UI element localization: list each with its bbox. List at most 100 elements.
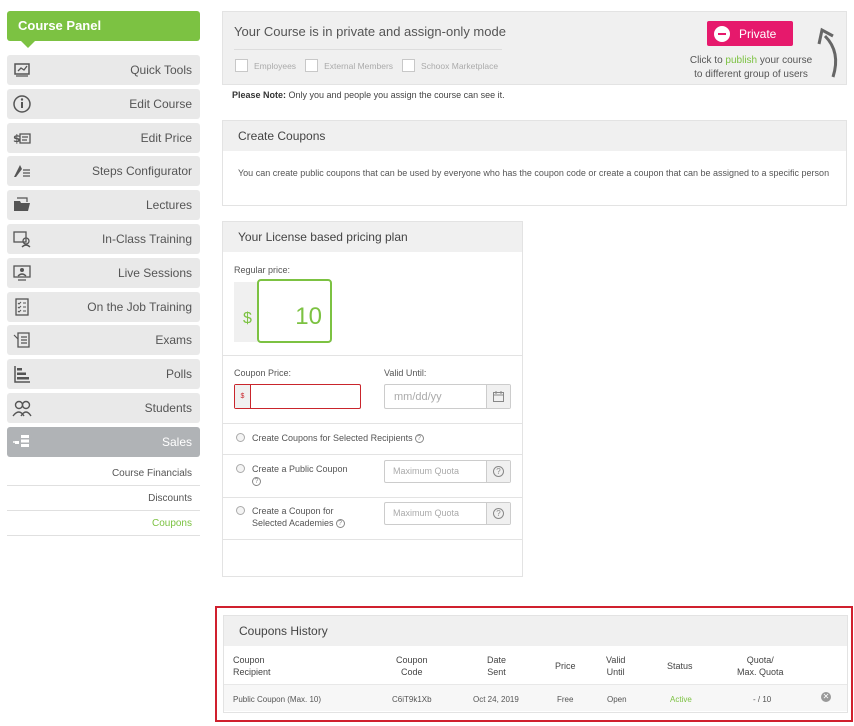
sidebar-item-exams[interactable]: Exams [7, 325, 200, 356]
sidebar-item-edit-course[interactable]: Edit Course [7, 88, 200, 119]
info-icon [7, 89, 37, 119]
public-coupon-quota-input[interactable]: Maximum Quota ? [384, 460, 511, 483]
coupons-history-title: Coupons History [224, 616, 847, 646]
sales-icon [7, 427, 37, 457]
submenu-item-course-financials[interactable]: Course Financials [7, 461, 200, 486]
publish-note: Click to publish your course to differen… [689, 55, 813, 80]
help-icon: ? [335, 519, 345, 529]
sidebar-item-sales[interactable]: Sales [7, 426, 200, 457]
coupons-history-highlight: Coupons History Coupon Recipient Coupon Co… [215, 606, 853, 722]
row-valid-until: Open [607, 695, 627, 704]
visibility-options: Employees External Members Schoox Market… [235, 59, 507, 72]
divider [223, 454, 522, 455]
divider [234, 49, 502, 50]
publish-link[interactable]: publish [725, 55, 757, 66]
row-quota: - / 10 [753, 695, 772, 704]
license-pricing-panel: Your License based pricing plan Regular … [222, 221, 523, 577]
public-coupon-radio[interactable] [236, 464, 245, 473]
live-icon [7, 258, 37, 288]
valid-until-label: Valid Until: [384, 368, 427, 378]
submenu-item-discounts[interactable]: Discounts [7, 486, 200, 511]
help-icon: ? [414, 434, 424, 444]
please-note: Please Note: Only you and people you ass… [232, 90, 505, 100]
sidebar-item-polls[interactable]: Polls [7, 359, 200, 390]
selected-recipients-option: Create Coupons for Selected Recipients? [252, 432, 424, 444]
divider [223, 423, 522, 424]
row-date: Oct 24, 2019 [473, 695, 519, 704]
divider [223, 497, 522, 498]
row-price: Free [557, 695, 574, 704]
coupons-history-panel: Coupons History Coupon Recipient Coupon Co… [223, 615, 848, 713]
row-status: Active [670, 695, 692, 704]
currency-prefix: $ [235, 385, 251, 408]
folder-icon [7, 190, 37, 220]
create-coupons-title: Create Coupons [223, 121, 846, 151]
selected-academies-radio[interactable] [236, 506, 245, 515]
column-header-recipient: Coupon Recipient [233, 655, 271, 677]
regular-price-label: Regular price: [234, 265, 291, 275]
column-header-status: Status [667, 661, 693, 671]
sidebar-item-live-sessions[interactable]: Live Sessions [7, 257, 200, 288]
license-pricing-title: Your License based pricing plan [223, 222, 522, 252]
column-header-price: Price [555, 661, 576, 671]
divider [223, 539, 522, 540]
remove-icon[interactable]: ✕ [821, 692, 831, 702]
sidebar-item-on-the-job-training[interactable]: On the Job Training [7, 291, 200, 322]
column-header-date: Date Sent [487, 655, 507, 677]
sidebar-item-in-class-training[interactable]: In-Class Training [7, 223, 200, 254]
external-members-checkbox[interactable] [305, 59, 319, 72]
employees-label: Employees [254, 60, 297, 71]
submenu-item-coupons[interactable]: Coupons [7, 511, 200, 536]
minus-circle-icon [714, 25, 730, 42]
column-header-valid: Valid Until [606, 655, 626, 677]
sidebar-item-students[interactable]: Students [7, 392, 200, 423]
row-recipient: Public Coupon (Max. 10) [233, 695, 322, 704]
sidebar-item-edit-price[interactable]: $ Edit Price [7, 122, 200, 153]
column-header-quota: Quota/Max. Quota [737, 655, 784, 677]
selected-academies-option: Create a Coupon for Selected Academies? [252, 505, 345, 529]
sidebar-item-quick-tools[interactable]: Quick Tools [7, 55, 200, 85]
external-members-label: External Members [324, 60, 394, 71]
privacy-title: Your Course is in private and assign-onl… [234, 24, 506, 39]
regular-price-display: $ 10 [234, 279, 332, 343]
academies-quota-input[interactable]: Maximum Quota ? [384, 502, 511, 525]
column-header-code: Coupon Code [396, 655, 428, 677]
calendar-icon[interactable] [486, 385, 510, 408]
coupon-price-label: Coupon Price: [234, 368, 292, 378]
create-coupons-panel: Create Coupons You can create public cou… [222, 120, 847, 206]
quota-help-button[interactable]: ? [486, 503, 510, 524]
sidebar-item-lectures[interactable]: Lectures [7, 190, 200, 221]
sales-submenu: Course Financials Discounts Coupons [7, 461, 200, 536]
schoox-marketplace-checkbox[interactable] [402, 59, 416, 72]
regular-price-value: 10 [257, 279, 332, 343]
create-coupons-description: You can create public coupons that can b… [238, 168, 830, 178]
sidebar-menu: Quick Tools Edit Course $ Edit Price Ste… [7, 55, 200, 457]
help-icon: ? [493, 508, 504, 519]
price-icon: $ [7, 123, 37, 153]
schoox-marketplace-label: Schoox Marketplace [421, 60, 499, 71]
course-panel-sidebar: Course Panel Quick Tools Edit Course $ E… [7, 11, 200, 536]
board-icon [7, 55, 37, 85]
poll-icon [7, 359, 37, 389]
course-panel-header: Course Panel [7, 11, 200, 48]
quota-help-button[interactable]: ? [486, 461, 510, 482]
employees-checkbox[interactable] [235, 59, 248, 72]
curved-arrow-icon [817, 27, 838, 78]
date-placeholder: mm/dd/yy [394, 391, 442, 403]
privacy-panel: Your Course is in private and assign-onl… [222, 11, 847, 85]
row-code: C6iT9k1Xb [392, 695, 432, 704]
coupon-price-input[interactable]: $ [234, 384, 361, 409]
valid-until-date-input[interactable]: mm/dd/yy [384, 384, 511, 409]
help-icon: ? [252, 477, 261, 487]
exam-icon [7, 325, 37, 355]
students-icon [7, 393, 37, 423]
selected-recipients-radio[interactable] [236, 433, 245, 442]
help-icon: ? [493, 466, 504, 477]
steps-icon [7, 156, 37, 186]
private-button[interactable]: Private [707, 21, 793, 46]
checklist-icon [7, 292, 37, 322]
divider [223, 355, 522, 356]
currency-symbol: $ [243, 310, 252, 327]
classroom-icon [7, 224, 37, 254]
sidebar-item-steps-configurator[interactable]: Steps Configurator [7, 156, 200, 187]
